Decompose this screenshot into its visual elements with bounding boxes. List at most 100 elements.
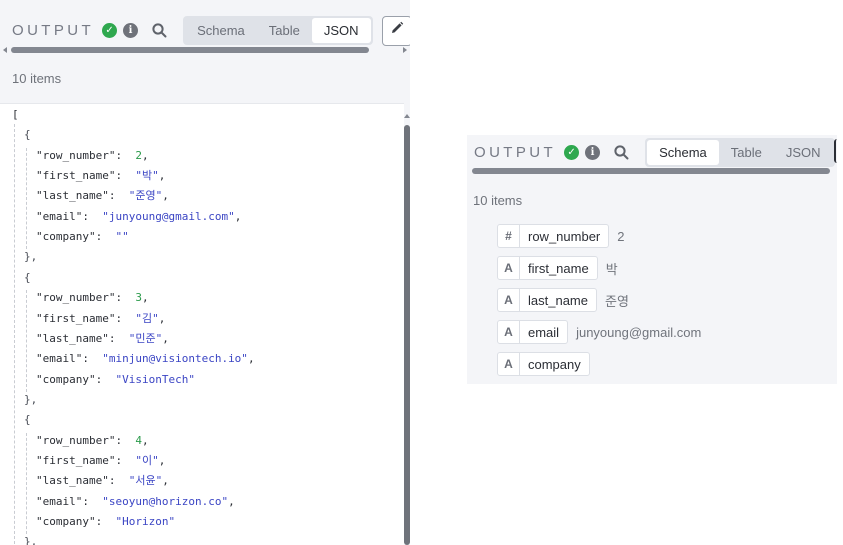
json-viewer[interactable]: [ { "row_number": 2, "first_name": "박", "las… (0, 103, 404, 545)
json-object-brace: { (24, 270, 31, 284)
info-icon[interactable]: i (585, 145, 601, 160)
json-comma: , (228, 494, 235, 508)
json-key: "first_name" (36, 169, 116, 183)
tab-table[interactable]: Table (257, 18, 312, 43)
json-value: 3 (135, 291, 142, 305)
tab-table[interactable]: Table (719, 140, 774, 165)
field-pill[interactable]: # row_number (497, 224, 610, 248)
json-key: "email" (36, 209, 83, 223)
json-value: "VisionTech" (115, 372, 195, 386)
json-key: "first_name" (36, 311, 116, 325)
json-colon: : (82, 494, 103, 508)
json-colon: : (108, 331, 129, 345)
json-comma: , (247, 352, 255, 366)
json-comma: , (162, 331, 169, 345)
string-type-icon: A (498, 289, 520, 311)
json-key-value-line: "email": "minjun@visiontech.io", (36, 351, 255, 367)
json-comma: , (141, 148, 149, 162)
json-key-value-line: "row_number": 4, (36, 433, 149, 449)
scroll-right-arrow[interactable] (403, 47, 407, 53)
json-value: "seoyun@horizon.co" (102, 494, 229, 508)
json-value: "김" (135, 311, 159, 325)
json-object-brace: }, (24, 392, 38, 406)
schema-field-row[interactable]: Alast_name 준영 (497, 288, 629, 312)
json-key: "company" (36, 372, 96, 386)
json-colon: : (115, 148, 136, 162)
json-key: "email" (36, 352, 83, 366)
json-colon: : (115, 453, 136, 467)
schema-field-row[interactable]: # row_number 2 (497, 224, 625, 248)
tab-schema[interactable]: Schema (185, 18, 257, 43)
string-type-icon: A (498, 257, 520, 279)
info-icon[interactable]: i (123, 23, 139, 38)
indent-guide (26, 432, 27, 535)
json-comma: , (141, 433, 149, 447)
json-colon: : (95, 230, 116, 244)
json-key: "company" (36, 515, 96, 528)
json-key-value-line: "first_name": "박", (36, 168, 165, 184)
json-key: "row_number" (36, 148, 116, 162)
schema-field-row[interactable]: Acompany (497, 352, 598, 376)
json-key-value-line: "company": "" (36, 229, 129, 245)
items-count: 10 items (473, 193, 523, 208)
field-pill[interactable]: Afirst_name (497, 256, 598, 280)
output-header: OUTPUT ✓ i Schema Table JSON (474, 138, 835, 167)
json-colon: : (95, 372, 116, 386)
json-object-brace: { (24, 128, 31, 142)
scroll-up-arrow[interactable] (404, 114, 410, 118)
json-comma: , (141, 291, 149, 305)
field-name: row_number (528, 228, 601, 244)
string-type-icon: A (498, 353, 520, 375)
horizontal-scrollbar[interactable] (472, 168, 830, 174)
json-colon: : (115, 311, 136, 325)
scroll-left-arrow[interactable] (3, 47, 7, 53)
json-key: "first_name" (36, 453, 116, 467)
pencil-icon (390, 21, 404, 40)
edit-button[interactable] (381, 15, 410, 46)
json-key-value-line: "email": "junyoung@gmail.com", (36, 209, 241, 225)
json-key-value-line: "company": "Horizon" (36, 514, 175, 530)
json-key: "last_name" (36, 474, 109, 488)
indent-guide (26, 290, 27, 392)
vertical-scrollbar[interactable] (404, 125, 410, 545)
check-circle-icon: ✓ (102, 23, 118, 38)
view-tabs: Schema Table JSON (183, 16, 373, 45)
json-colon: : (115, 433, 136, 447)
json-colon: : (82, 209, 103, 223)
schema-field-row[interactable]: Aemail junyoung@gmail.com (497, 320, 701, 344)
json-object-brace: }, (24, 250, 38, 264)
json-comma: , (158, 453, 166, 467)
field-pill[interactable]: Aemail (497, 320, 569, 344)
json-value: 2 (135, 148, 142, 162)
edit-button[interactable] (834, 139, 837, 163)
tab-json[interactable]: JSON (311, 18, 371, 43)
search-icon[interactable] (152, 23, 167, 38)
json-array-bracket: [ (12, 108, 19, 121)
field-pill[interactable]: Acompany (497, 352, 590, 376)
json-comma: , (162, 474, 169, 488)
indent-guide (14, 124, 15, 544)
json-value: "minjun@visiontech.io" (102, 352, 248, 366)
tab-json[interactable]: JSON (774, 140, 833, 165)
json-value: "민준" (128, 331, 163, 345)
horizontal-scrollbar[interactable] (11, 47, 369, 53)
json-colon: : (115, 169, 136, 183)
json-value: "서윤" (128, 474, 163, 488)
json-object-brace: { (24, 413, 31, 427)
json-key-value-line: "last_name": "민준", (36, 331, 169, 347)
json-key-value-line: "last_name": "서윤", (36, 473, 169, 489)
json-key: "last_name" (36, 331, 109, 345)
search-icon[interactable] (614, 145, 629, 160)
field-name: first_name (528, 260, 589, 276)
field-pill[interactable]: Alast_name (497, 288, 597, 312)
field-value: junyoung@gmail.com (576, 324, 702, 340)
json-comma: , (162, 189, 169, 203)
json-comma: , (234, 209, 242, 223)
tab-schema[interactable]: Schema (647, 140, 719, 165)
field-value: 2 (617, 228, 625, 244)
json-value: "junyoung@gmail.com" (102, 209, 235, 223)
json-key: "email" (36, 494, 83, 508)
schema-field-row[interactable]: Afirst_name 박 (497, 256, 618, 280)
view-tabs: Schema Table JSON (645, 138, 835, 167)
json-key-value-line: "first_name": "이", (36, 453, 165, 469)
